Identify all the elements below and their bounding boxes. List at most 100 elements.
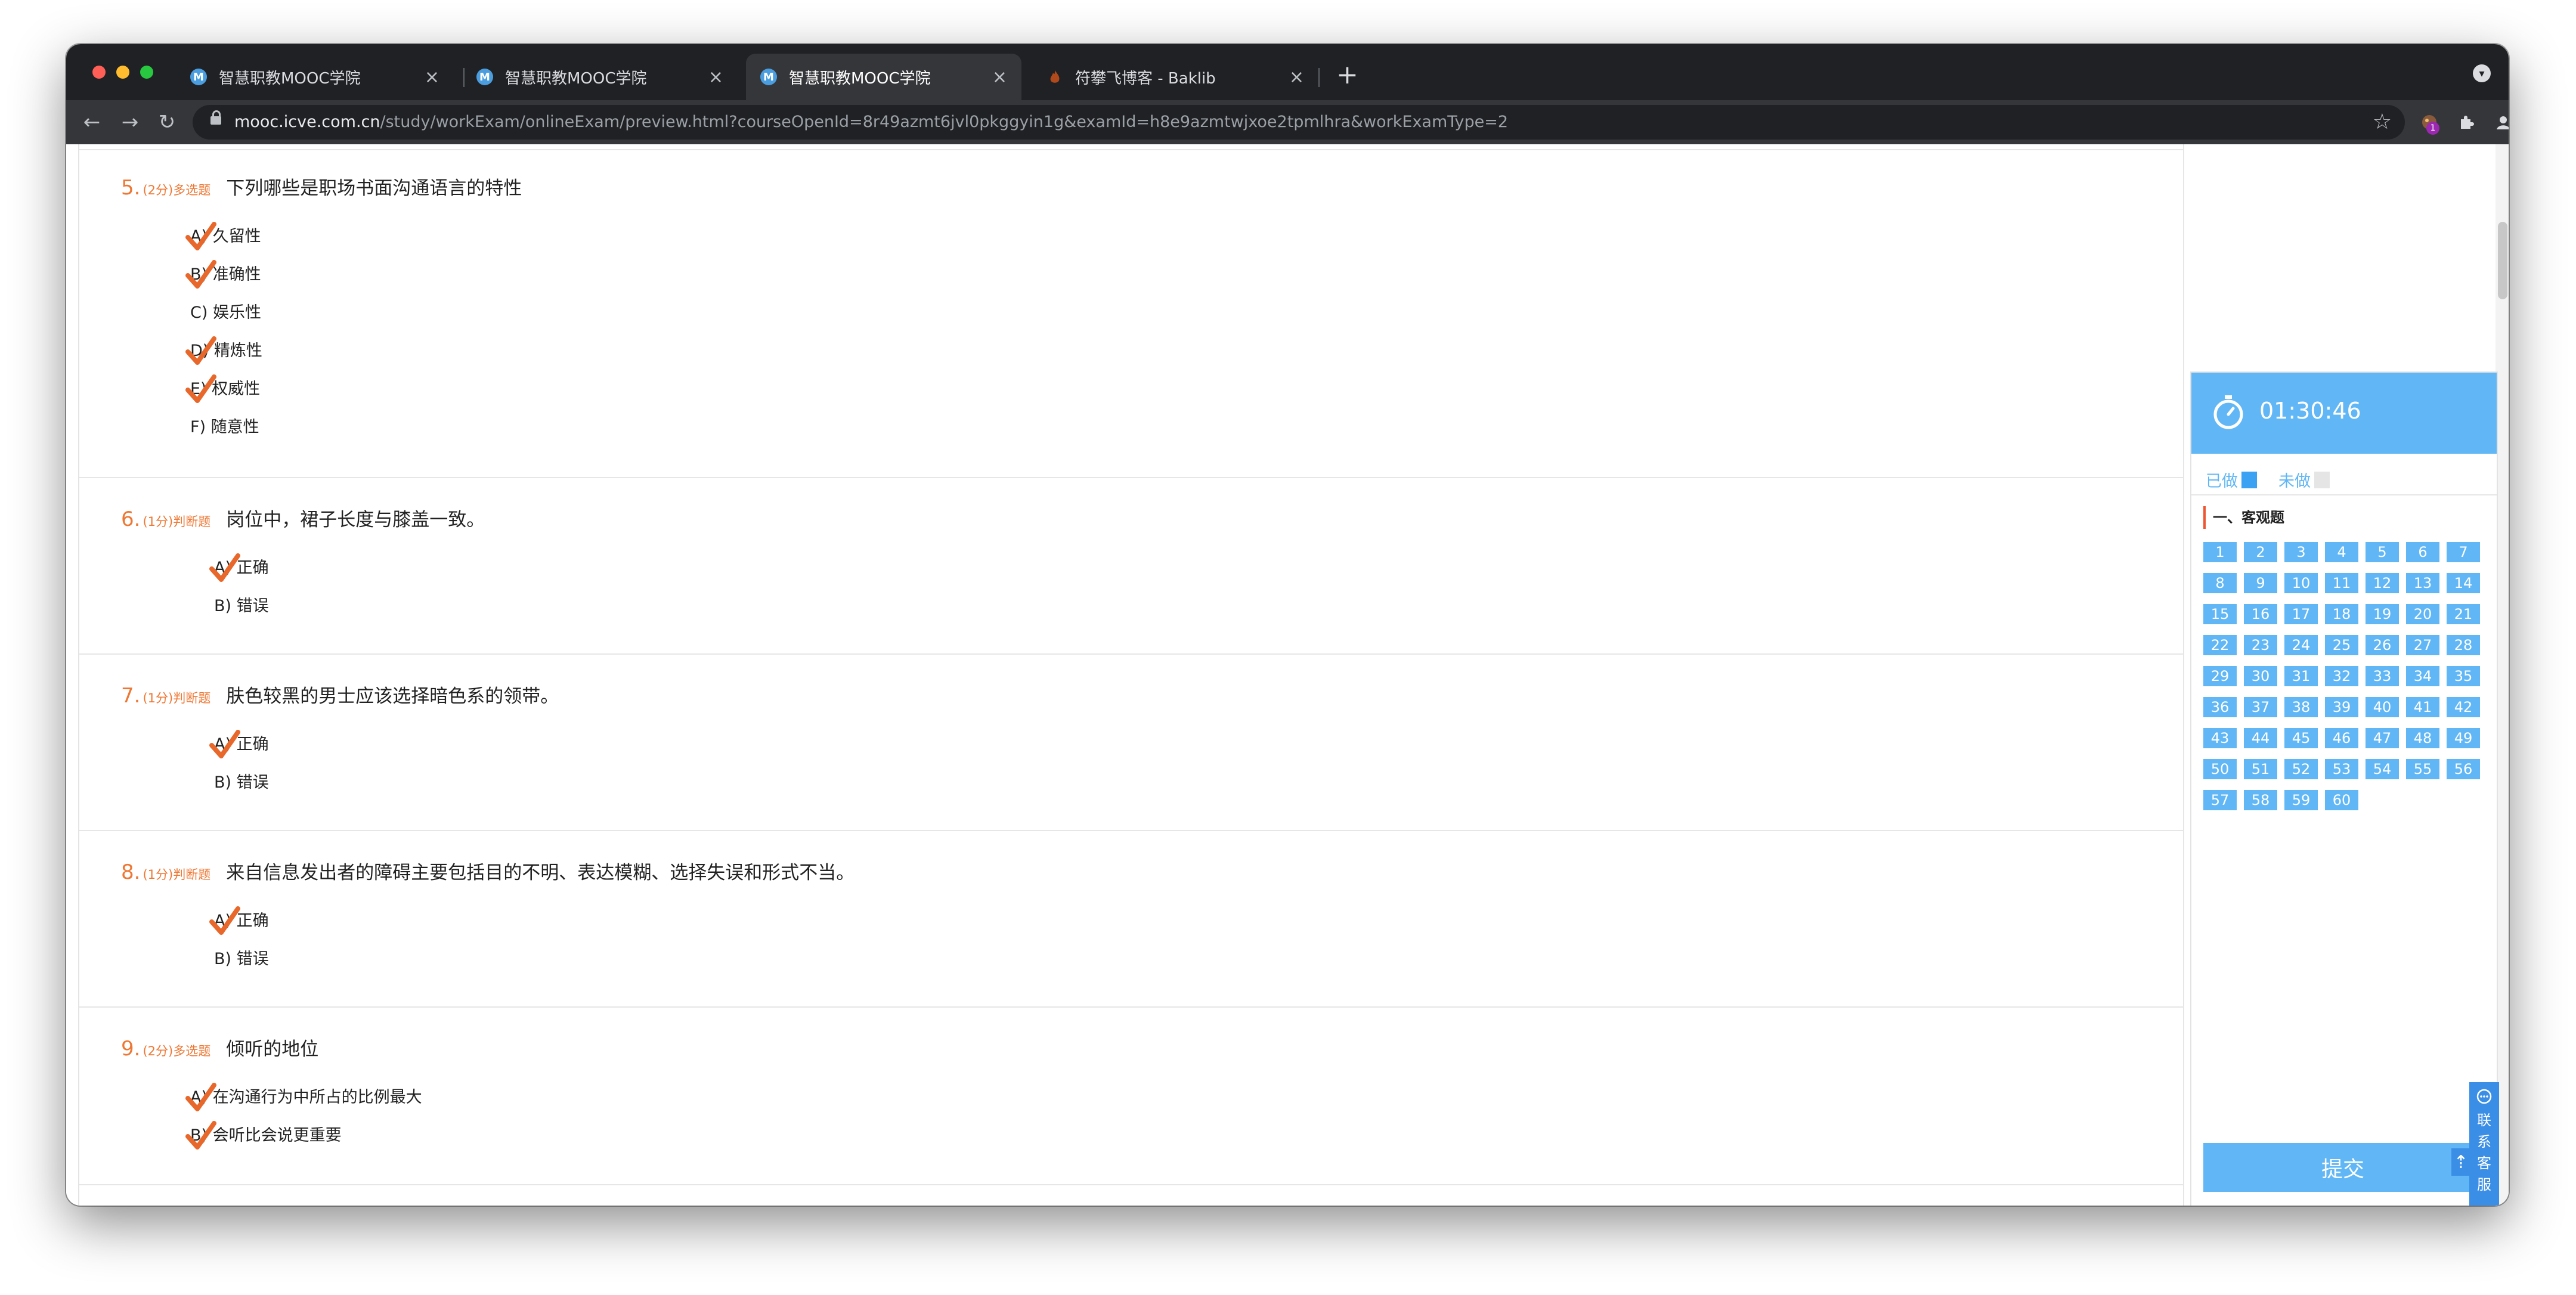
url-text[interactable]: mooc.icve.com.cn/study/workExam/onlineEx… [234, 113, 1508, 131]
question-jump-53[interactable]: 53 [2325, 759, 2358, 779]
question-jump-59[interactable]: 59 [2284, 790, 2318, 810]
question-jump-30[interactable]: 30 [2244, 666, 2277, 686]
extensions-puzzle-icon[interactable] [2453, 109, 2480, 136]
question-jump-27[interactable]: 27 [2406, 635, 2439, 655]
option-d[interactable]: D) 精炼性 [185, 336, 262, 365]
question-jump-48[interactable]: 48 [2406, 728, 2439, 748]
question-jump-55[interactable]: 55 [2406, 759, 2439, 779]
option-b[interactable]: B) 错误 [214, 769, 269, 792]
close-icon[interactable]: × [992, 67, 1007, 88]
question-jump-46[interactable]: 46 [2325, 728, 2358, 748]
option-a[interactable]: A) 正确 [209, 906, 269, 935]
question-jump-3[interactable]: 3 [2284, 542, 2318, 562]
option-a[interactable]: A) 正确 [209, 730, 269, 758]
option-a[interactable]: A) 在沟通行为中所占的比例最大 [185, 1083, 422, 1111]
maximize-window-button[interactable] [140, 66, 153, 79]
question-jump-18[interactable]: 18 [2325, 604, 2358, 624]
scrollbar-thumb[interactable] [2498, 222, 2507, 299]
question-jump-34[interactable]: 34 [2406, 666, 2439, 686]
question-jump-20[interactable]: 20 [2406, 604, 2439, 624]
question-jump-38[interactable]: 38 [2284, 697, 2318, 717]
question-jump-8[interactable]: 8 [2203, 573, 2237, 593]
question-jump-19[interactable]: 19 [2366, 604, 2399, 624]
question-jump-17[interactable]: 17 [2284, 604, 2318, 624]
option-b[interactable]: B) 准确性 [185, 260, 261, 289]
question-jump-16[interactable]: 16 [2244, 604, 2277, 624]
question-jump-49[interactable]: 49 [2447, 728, 2480, 748]
option-c[interactable]: C) 娱乐性 [190, 299, 261, 323]
question-jump-36[interactable]: 36 [2203, 697, 2237, 717]
question-jump-56[interactable]: 56 [2447, 759, 2480, 779]
tab-2[interactable]: M 智慧职教MOOC学院 × [462, 54, 738, 100]
question-jump-47[interactable]: 47 [2366, 728, 2399, 748]
question-jump-26[interactable]: 26 [2366, 635, 2399, 655]
bookmark-star-icon[interactable]: ☆ [2373, 110, 2392, 134]
option-e[interactable]: E) 权威性 [185, 374, 260, 403]
question-jump-33[interactable]: 33 [2366, 666, 2399, 686]
question-jump-6[interactable]: 6 [2406, 542, 2439, 562]
question-jump-51[interactable]: 51 [2244, 759, 2277, 779]
question-jump-50[interactable]: 50 [2203, 759, 2237, 779]
question-jump-58[interactable]: 58 [2244, 790, 2277, 810]
option-b[interactable]: B) 错误 [214, 946, 269, 969]
question-jump-10[interactable]: 10 [2284, 573, 2318, 593]
address-bar[interactable]: mooc.icve.com.cn/study/workExam/onlineEx… [193, 105, 2405, 140]
close-window-button[interactable] [92, 66, 106, 79]
question-jump-5[interactable]: 5 [2366, 542, 2399, 562]
forward-icon[interactable]: → [115, 107, 145, 137]
question-jump-39[interactable]: 39 [2325, 697, 2358, 717]
question-jump-25[interactable]: 25 [2325, 635, 2358, 655]
question-jump-12[interactable]: 12 [2366, 573, 2399, 593]
question-jump-29[interactable]: 29 [2203, 666, 2237, 686]
question-jump-40[interactable]: 40 [2366, 697, 2399, 717]
tab-3-active[interactable]: M 智慧职教MOOC学院 × [746, 54, 1021, 100]
question-jump-44[interactable]: 44 [2244, 728, 2277, 748]
option-b[interactable]: B) 错误 [214, 593, 269, 616]
question-jump-2[interactable]: 2 [2244, 542, 2277, 562]
question-jump-22[interactable]: 22 [2203, 635, 2237, 655]
option-a[interactable]: A) 正确 [209, 553, 269, 582]
option-a[interactable]: A) 久留性 [185, 222, 261, 250]
submit-button[interactable]: 提交 [2203, 1143, 2482, 1192]
question-jump-41[interactable]: 41 [2406, 697, 2439, 717]
question-jump-9[interactable]: 9 [2244, 573, 2277, 593]
question-jump-42[interactable]: 42 [2447, 697, 2480, 717]
profile-icon[interactable] [2490, 109, 2509, 136]
question-jump-57[interactable]: 57 [2203, 790, 2237, 810]
question-jump-11[interactable]: 11 [2325, 573, 2358, 593]
question-jump-52[interactable]: 52 [2284, 759, 2318, 779]
question-jump-14[interactable]: 14 [2447, 573, 2480, 593]
tab-search-icon[interactable]: ▾ [2473, 64, 2491, 82]
question-jump-28[interactable]: 28 [2447, 635, 2480, 655]
question-jump-32[interactable]: 32 [2325, 666, 2358, 686]
question-jump-24[interactable]: 24 [2284, 635, 2318, 655]
question-jump-43[interactable]: 43 [2203, 728, 2237, 748]
question-jump-21[interactable]: 21 [2447, 604, 2480, 624]
question-jump-4[interactable]: 4 [2325, 542, 2358, 562]
back-to-top-button[interactable]: ⇡ [2451, 1148, 2470, 1176]
back-icon[interactable]: ← [77, 107, 107, 137]
question-jump-31[interactable]: 31 [2284, 666, 2318, 686]
question-jump-15[interactable]: 15 [2203, 604, 2237, 624]
tab-1[interactable]: M 智慧职教MOOC学院 × [176, 54, 454, 100]
question-jump-13[interactable]: 13 [2406, 573, 2439, 593]
question-jump-7[interactable]: 7 [2447, 542, 2480, 562]
question-jump-45[interactable]: 45 [2284, 728, 2318, 748]
close-icon[interactable]: × [1289, 67, 1304, 88]
minimize-window-button[interactable] [116, 66, 129, 79]
close-icon[interactable]: × [708, 67, 723, 88]
reload-icon[interactable]: ↻ [152, 107, 182, 137]
option-f[interactable]: F) 随意性 [190, 414, 259, 437]
close-icon[interactable]: × [425, 67, 439, 88]
question-jump-35[interactable]: 35 [2447, 666, 2480, 686]
question-jump-54[interactable]: 54 [2366, 759, 2399, 779]
tab-4[interactable]: 符攀飞博客 - Baklib × [1032, 54, 1318, 100]
question-jump-37[interactable]: 37 [2244, 697, 2277, 717]
new-tab-button[interactable]: + [1336, 62, 1358, 88]
extension-icon[interactable]: 1 [2416, 109, 2443, 136]
option-b[interactable]: B) 会听比会说更重要 [185, 1121, 342, 1150]
question-jump-23[interactable]: 23 [2244, 635, 2277, 655]
question-jump-60[interactable]: 60 [2325, 790, 2358, 810]
question-jump-1[interactable]: 1 [2203, 542, 2237, 562]
contact-support-button[interactable]: 联 系 客 服 [2469, 1082, 2499, 1206]
